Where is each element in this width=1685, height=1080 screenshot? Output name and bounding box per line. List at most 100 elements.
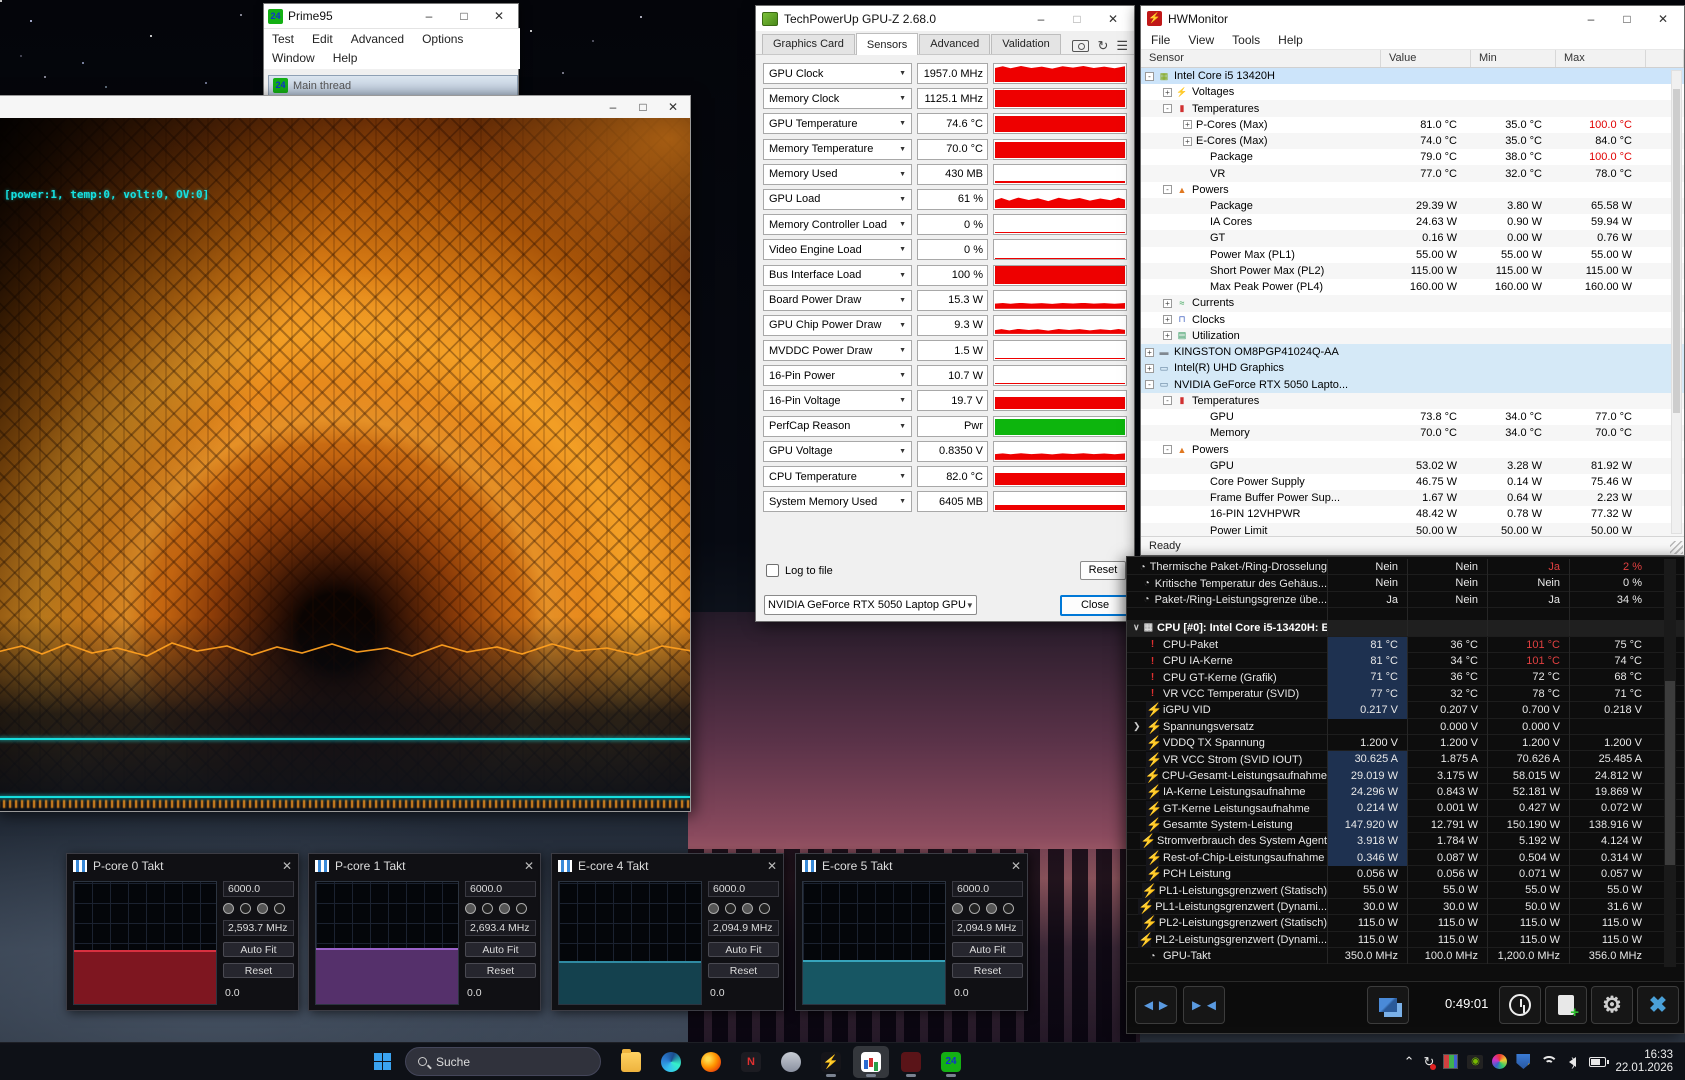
table-row[interactable]: ! CPU GT-Kerne (Grafik) 71 °C 36 °C 72 °… [1127, 669, 1684, 685]
radio-button[interactable] [969, 903, 980, 914]
graph-window-titlebar[interactable]: P-core 0 Takt ✕ [67, 854, 298, 878]
prime95-close-button[interactable]: ✕ [484, 5, 514, 27]
hwmonitor-menu-item[interactable]: File [1151, 33, 1170, 47]
tree-expander-icon[interactable]: + [1163, 299, 1172, 308]
tree-expander-icon[interactable]: + [1183, 137, 1192, 146]
radio-button[interactable] [952, 903, 963, 914]
scrollbar-thumb[interactable] [1665, 681, 1675, 865]
table-row[interactable]: 16-PIN 12VHPWR 48.42 W 0.78 W 77.32 W [1141, 506, 1684, 522]
nav-arrows-button[interactable]: ◄► [1135, 986, 1177, 1024]
table-row[interactable]: - ▲ Powers [1141, 441, 1684, 457]
sensor-name-dropdown[interactable]: Memory Temperature▼ [763, 139, 912, 160]
table-row[interactable]: - ▮ Temperatures [1141, 100, 1684, 116]
sensor-name-dropdown[interactable]: Video Engine Load▼ [763, 239, 912, 260]
table-row[interactable]: ⚡ VR VCC Strom (SVID IOUT) 30.625 A 1.87… [1127, 751, 1684, 767]
hwmonitor-close-button[interactable]: ✕ [1648, 8, 1678, 30]
hwmonitor-minimize-button[interactable]: – [1576, 8, 1606, 30]
radio-button[interactable] [499, 903, 510, 914]
tree-expander-icon[interactable]: + [1183, 120, 1192, 129]
tree-chevron-icon[interactable]: ∨ [1133, 622, 1140, 633]
scrollbar[interactable] [1671, 70, 1682, 534]
tray-chevron-up-icon[interactable]: ⌃ [1404, 1054, 1415, 1070]
table-row[interactable]: ! VR VCC Temperatur (SVID) 77 °C 32 °C 7… [1127, 686, 1684, 702]
table-row[interactable]: Power Max (PL1) 55.00 W 55.00 W 55.00 W [1141, 247, 1684, 263]
stress-maximize-button[interactable]: □ [628, 96, 658, 118]
table-row[interactable]: ⚡ iGPU VID 0.217 V 0.207 V 0.700 V 0.218… [1127, 702, 1684, 718]
taskbar-app-explorer[interactable] [613, 1046, 649, 1078]
menu-icon[interactable]: ☰ [1116, 38, 1128, 54]
table-row[interactable]: + P-Cores (Max) 81.0 °C 35.0 °C 100.0 °C [1141, 117, 1684, 133]
table-row[interactable]: ! CPU IA-Kerne 81 °C 34 °C 101 °C 74 °C [1127, 653, 1684, 669]
gpuz-tab[interactable]: Advanced [919, 34, 990, 54]
auto-fit-button[interactable]: Auto Fit [708, 942, 779, 957]
log-to-file-checkbox[interactable]: Log to file [766, 564, 833, 577]
sensor-name-dropdown[interactable]: Memory Controller Load▼ [763, 214, 912, 235]
table-row[interactable]: ❯ ⚡ Spannungsversatz 0.000 V 0.000 V [1127, 719, 1684, 735]
column-min[interactable]: Min [1471, 50, 1556, 67]
radio-button[interactable] [742, 903, 753, 914]
table-row[interactable]: ⚡ PL1-Leistungsgrenzwert (Dynami... 30.0… [1127, 899, 1684, 915]
graph-max-field[interactable]: 6000.0 [952, 881, 1023, 897]
taskbar-app-hwinfo[interactable] [853, 1046, 889, 1078]
gpuz-reset-button[interactable]: Reset [1080, 561, 1126, 580]
prime95-menu-item[interactable]: Advanced [351, 31, 404, 48]
radio-button[interactable] [708, 903, 719, 914]
prime95-menu-item[interactable]: Test [272, 31, 294, 48]
scrollbar[interactable] [1664, 559, 1676, 967]
gpuz-titlebar[interactable]: TechPowerUp GPU-Z 2.68.0 – □ ✕ [756, 6, 1134, 31]
table-row[interactable]: - ▦ Intel Core i5 13420H [1141, 68, 1684, 84]
hwmonitor-maximize-button[interactable]: □ [1612, 8, 1642, 30]
table-row[interactable]: + E-Cores (Max) 74.0 °C 35.0 °C 84.0 °C [1141, 133, 1684, 149]
report-button[interactable] [1545, 986, 1587, 1024]
radio-button[interactable] [1003, 903, 1014, 914]
tree-expander-icon[interactable]: - [1163, 445, 1172, 454]
column-value[interactable]: Value [1381, 50, 1471, 67]
collapse-arrows-button[interactable]: ►◄ [1183, 986, 1225, 1024]
radio-button[interactable] [986, 903, 997, 914]
taskbar-app-dark[interactable]: N [733, 1046, 769, 1078]
taskbar-app-hwmonitor[interactable]: ⚡ [813, 1046, 849, 1078]
screenshot-icon[interactable] [1072, 40, 1089, 52]
graph-reset-button[interactable]: Reset [223, 963, 294, 978]
taskbar-app-edge[interactable] [653, 1046, 689, 1078]
sensor-name-dropdown[interactable]: MVDDC Power Draw▼ [763, 340, 912, 361]
table-row[interactable]: + ⚡ Voltages [1141, 84, 1684, 100]
table-row[interactable]: ⚡ IA-Kerne Leistungsaufnahme 24.296 W 0.… [1127, 784, 1684, 800]
table-row[interactable]: ◔ GPU-Takt 350.0 MHz 100.0 MHz 1,200.0 M… [1127, 948, 1684, 964]
tree-expander-icon[interactable]: + [1163, 315, 1172, 324]
graph-window-titlebar[interactable]: P-core 1 Takt ✕ [309, 854, 540, 878]
tree-expander-icon[interactable]: - [1145, 72, 1154, 81]
start-button[interactable] [374, 1053, 391, 1070]
table-row[interactable]: Short Power Max (PL2) 115.00 W 115.00 W … [1141, 263, 1684, 279]
table-row[interactable]: - ▮ Temperatures [1141, 393, 1684, 409]
table-row[interactable]: - ▲ Powers [1141, 182, 1684, 198]
graph-reset-button[interactable]: Reset [465, 963, 536, 978]
table-row[interactable]: ⚡ GT-Kerne Leistungsaufnahme 0.214 W 0.0… [1127, 800, 1684, 816]
prime95-menu-item[interactable]: Options [422, 31, 463, 48]
table-row[interactable] [1127, 608, 1684, 620]
radio-button[interactable] [274, 903, 285, 914]
table-row[interactable]: ⚡ CPU-Gesamt-Leistungsaufnahme 29.019 W … [1127, 768, 1684, 784]
graph-reset-button[interactable]: Reset [708, 963, 779, 978]
table-row[interactable]: ⚡ PL1-Leistungsgrenzwert (Statisch) 55.0… [1127, 882, 1684, 898]
taskbar-app-grey[interactable] [773, 1046, 809, 1078]
hwinfo-close-button[interactable]: ✖ [1637, 986, 1679, 1024]
tree-expander-icon[interactable]: - [1163, 396, 1172, 405]
tree-expander-icon[interactable]: - [1163, 104, 1172, 113]
prime95-maximize-button[interactable]: □ [449, 5, 479, 27]
hwmonitor-menu-item[interactable]: Tools [1232, 33, 1260, 47]
hwmonitor-menu-item[interactable]: Help [1278, 33, 1303, 47]
table-row[interactable]: ⚡ Stromverbrauch des System Agent 3.918 … [1127, 833, 1684, 849]
sensor-name-dropdown[interactable]: CPU Temperature▼ [763, 466, 912, 487]
sensor-name-dropdown[interactable]: Board Power Draw▼ [763, 290, 912, 311]
gpuz-tab[interactable]: Graphics Card [762, 34, 855, 54]
graph-max-field[interactable]: 6000.0 [708, 881, 779, 897]
tray-update-icon[interactable]: ↻ [1424, 1054, 1435, 1070]
tree-expander-icon[interactable]: + [1145, 348, 1154, 357]
taskbar-clock[interactable]: 16:33 22.01.2026 [1615, 1049, 1673, 1075]
radio-button[interactable] [240, 903, 251, 914]
prime95-worker-titlebar[interactable]: 24 Main thread [268, 75, 518, 96]
graph-max-field[interactable]: 6000.0 [465, 881, 536, 897]
table-row[interactable]: Max Peak Power (PL4) 160.00 W 160.00 W 1… [1141, 279, 1684, 295]
gpuz-tab[interactable]: Validation [991, 34, 1061, 54]
